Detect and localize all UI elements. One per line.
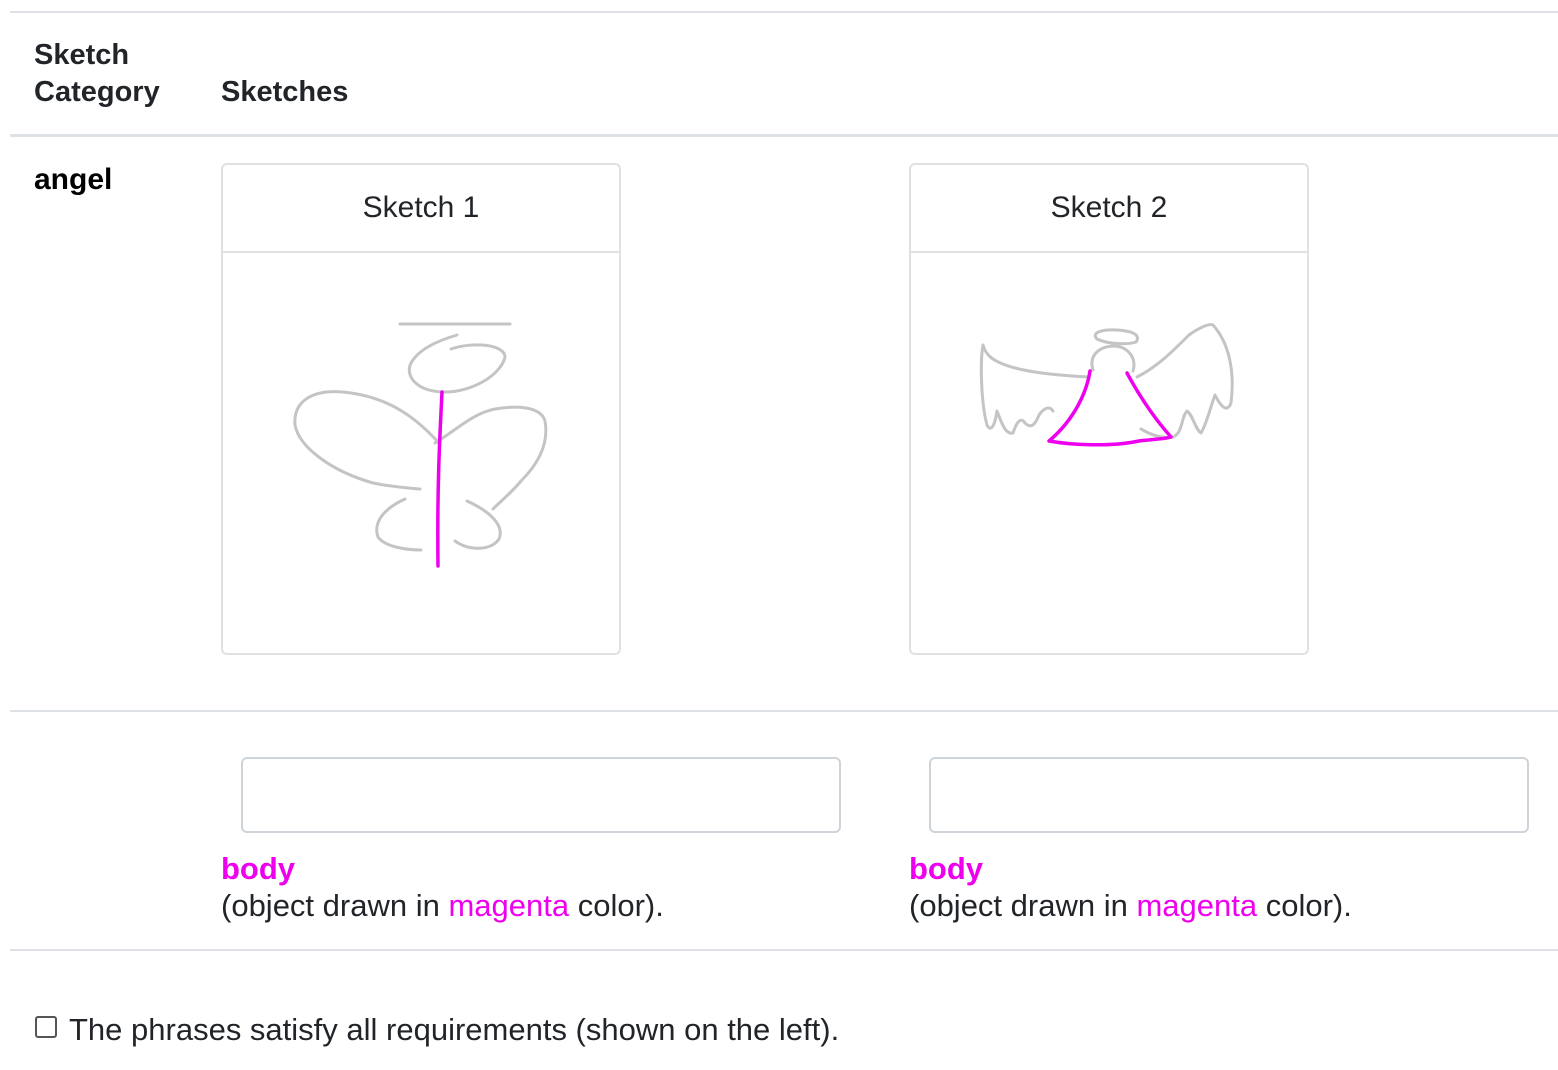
confirm-checkbox-label[interactable]: The phrases satisfy all requirements (sh… — [69, 1012, 839, 1048]
part-description-suffix: color). — [1257, 888, 1352, 923]
column-header-category-line1: Sketch — [34, 39, 130, 71]
phrase-input-1[interactable] — [241, 757, 841, 833]
sketch-drawing-1 — [293, 322, 548, 568]
sketch-stroke — [375, 497, 423, 552]
sketch-stroke — [408, 333, 507, 394]
sketch-stroke — [1135, 323, 1234, 439]
sketch-category: angel — [34, 163, 113, 196]
part-description-2: (object drawn in magenta color). — [909, 888, 1352, 924]
part-description-1: (object drawn in magenta color). — [221, 888, 664, 924]
part-color-word: magenta — [1136, 888, 1258, 923]
sketch-card-1: Sketch 1 — [221, 163, 621, 655]
sketch-stroke — [1090, 344, 1136, 373]
sketch-stroke — [979, 343, 1090, 435]
part-description-prefix: (object drawn in — [221, 888, 449, 923]
table-top-border — [10, 11, 1558, 13]
sketch-card-title: Sketch 1 — [223, 165, 619, 253]
column-header-category: Sketch Category — [34, 37, 160, 111]
sketch-card-title: Sketch 2 — [911, 165, 1307, 253]
column-header-category-line2: Category — [34, 76, 160, 108]
column-header-sketches: Sketches — [221, 76, 349, 108]
part-color-word: magenta — [448, 888, 570, 923]
sketch-stroke — [433, 405, 548, 511]
part-description-prefix: (object drawn in — [909, 888, 1137, 923]
part-name-2: body — [909, 851, 984, 886]
phrase-input-2[interactable] — [929, 757, 1529, 833]
row-divider — [10, 710, 1558, 712]
sketch-card-2: Sketch 2 — [909, 163, 1309, 655]
sketch-stroke — [1093, 328, 1139, 346]
confirm-checkbox[interactable] — [35, 1016, 57, 1038]
header-divider — [10, 134, 1558, 137]
sketch-drawing-2 — [979, 323, 1234, 447]
sketch-highlight-body — [436, 390, 444, 568]
part-name-1: body — [221, 851, 296, 886]
part-description-suffix: color). — [569, 888, 664, 923]
sketch-stroke — [293, 390, 441, 491]
row-divider — [10, 949, 1558, 951]
